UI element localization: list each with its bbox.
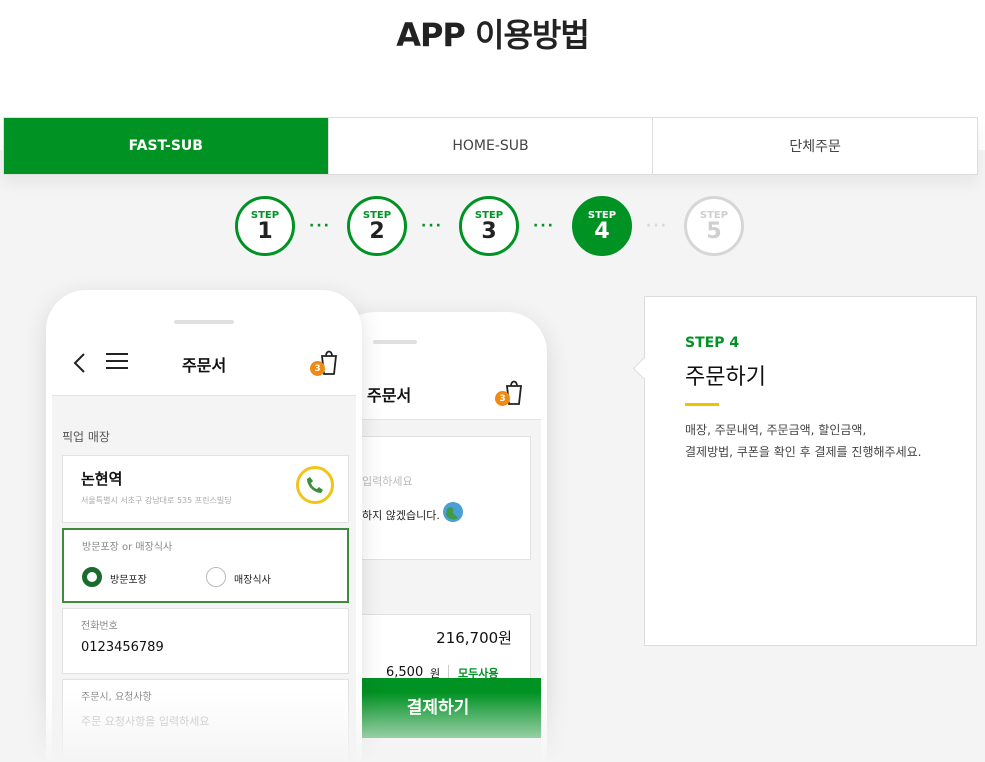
tab-fast-sub[interactable]: FAST-SUB <box>4 118 329 174</box>
app-header: 주문서 3 <box>335 364 541 420</box>
phone-mockup-front: 주문서 3 픽업 매장 논현역 서울특별시 서초구 강남대로 535 프린스빌딩… <box>46 290 362 762</box>
info-title: 주문하기 <box>685 365 766 390</box>
total-amount: 216,700원 <box>436 629 512 647</box>
tab-group-order[interactable]: 단체주문 <box>653 118 977 174</box>
opt-out-text: 하지 않겠습니다. <box>362 509 440 522</box>
option-dine-in-label: 매장식사 <box>234 575 271 586</box>
radio-dine-in[interactable] <box>206 567 226 587</box>
step-1-number: 1 <box>257 218 273 244</box>
step-3[interactable]: STEP 3 <box>459 196 519 256</box>
pay-button[interactable]: 결제하기 <box>335 678 541 738</box>
request-input-placeholder[interactable]: 입력하세요 <box>362 473 413 489</box>
app-header: 주문서 3 <box>52 334 356 396</box>
option-takeout-label: 방문포장 <box>110 575 147 586</box>
phone-speaker <box>373 340 417 344</box>
step-2[interactable]: STEP 2 <box>347 196 407 256</box>
store-address: 서울특별시 서초구 강남대로 535 프린스빌딩 <box>81 496 232 505</box>
info-step-label: STEP 4 <box>685 335 740 351</box>
step-info-panel: STEP 4 주문하기 매장, 주문내역, 주문금액, 할인금액, 결제방법, … <box>644 296 977 646</box>
step-separator: ··· <box>309 218 331 234</box>
step-5-number: 5 <box>706 218 722 244</box>
step-indicator: STEP 1 ··· STEP 2 ··· STEP 3 ··· STEP 4 … <box>0 196 985 256</box>
step-4[interactable]: STEP 4 <box>572 196 632 256</box>
step-5[interactable]: STEP 5 <box>684 196 744 256</box>
tab-home-sub[interactable]: HOME-SUB <box>329 118 654 174</box>
radio-takeout[interactable] <box>82 567 102 587</box>
phone-speaker <box>174 320 234 324</box>
store-name: 논현역 <box>81 470 123 488</box>
order-type-tabs: FAST-SUB HOME-SUB 단체주문 <box>3 117 978 175</box>
app-header-title: 주문서 <box>367 386 412 405</box>
cart-icon[interactable]: 3 <box>310 348 340 376</box>
back-arrow-icon[interactable] <box>72 352 86 374</box>
step-4-number: 4 <box>594 218 610 244</box>
phone-mockup-back: 주문서 3 입력하세요 하지 않겠습니다. 216,700원 6,500 원 모… <box>335 312 547 762</box>
pickup-store-label: 픽업 매장 <box>62 430 110 444</box>
divider <box>448 665 449 679</box>
store-card: 논현역 서울특별시 서초구 강남대로 535 프린스빌딩 <box>62 455 349 523</box>
step-separator: ··· <box>421 218 443 234</box>
phone-number-field[interactable]: 0123456789 <box>81 640 164 655</box>
hamburger-menu-icon[interactable] <box>106 352 128 370</box>
info-description-line: 결제방법, 쿠폰을 확인 후 결제를 진행해주세요. <box>685 445 922 459</box>
phone-number-card: 전화번호 0123456789 <box>62 608 349 674</box>
step-separator: ··· <box>533 218 555 234</box>
page-title: APP 이용방법 <box>396 16 590 54</box>
cart-count-badge: 3 <box>310 361 325 376</box>
request-input-placeholder[interactable]: 주문 요청사항을 입력하세요 <box>81 713 209 729</box>
request-card: 입력하세요 하지 않겠습니다. <box>335 436 531 560</box>
dine-option-label: 방문포장 or 매장식사 <box>82 542 173 553</box>
call-store-button[interactable] <box>296 466 334 504</box>
request-label: 주문시, 요청사항 <box>81 692 152 703</box>
phone-screen: 주문서 3 입력하세요 하지 않겠습니다. 216,700원 6,500 원 모… <box>335 364 541 762</box>
step-separator: ··· <box>646 218 668 234</box>
phone-screen: 주문서 3 픽업 매장 논현역 서울특별시 서초구 강남대로 535 프린스빌딩… <box>52 334 356 762</box>
dine-option-card: 방문포장 or 매장식사 방문포장 매장식사 <box>62 528 349 603</box>
title-underline <box>685 403 719 406</box>
phone-number-label: 전화번호 <box>81 621 118 632</box>
step-2-number: 2 <box>369 218 385 244</box>
step-1[interactable]: STEP 1 <box>235 196 295 256</box>
request-card: 주문시, 요청사항 주문 요청사항을 입력하세요 <box>62 679 349 762</box>
info-description-line: 매장, 주문내역, 주문금액, 할인금액, <box>685 423 867 437</box>
step-3-number: 3 <box>481 218 497 244</box>
app-header-title: 주문서 <box>182 356 227 375</box>
cart-count-badge: 3 <box>495 391 510 406</box>
phone-icon <box>307 477 323 493</box>
earth-icon <box>443 502 463 522</box>
cart-icon[interactable]: 3 <box>495 378 525 406</box>
